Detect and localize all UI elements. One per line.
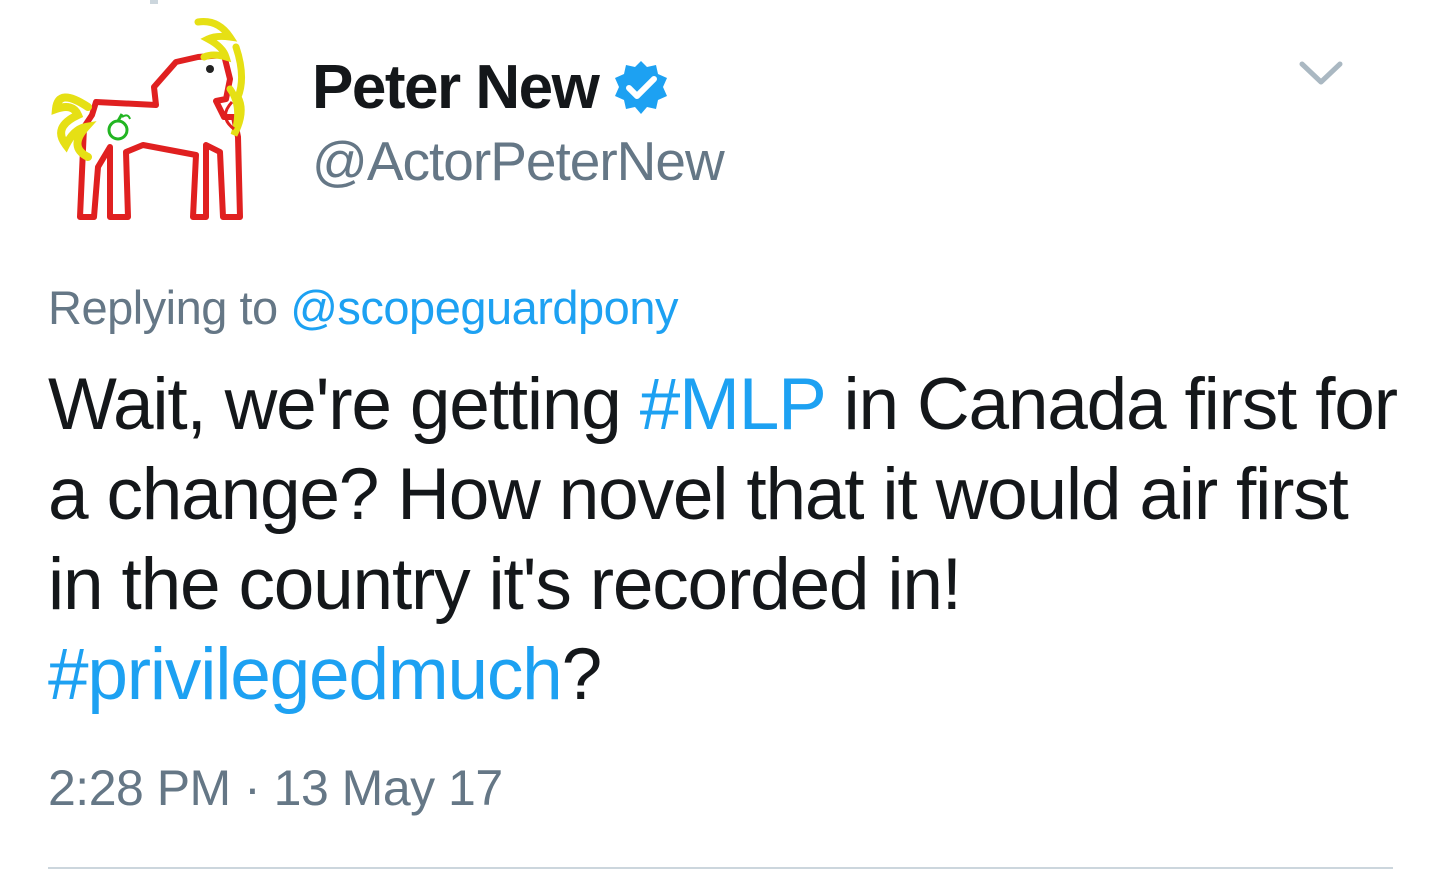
tweet-date: 13 May 17 bbox=[273, 760, 503, 816]
verified-badge-icon bbox=[612, 59, 670, 117]
author-name-row[interactable]: Peter New bbox=[312, 48, 670, 128]
tweet-time: 2:28 PM bbox=[48, 760, 231, 816]
divider bbox=[48, 867, 1393, 869]
hashtag-mlp-link[interactable]: #MLP bbox=[640, 364, 826, 445]
previous-tweet-edge bbox=[48, 0, 168, 4]
tweet-text: Wait, we're getting #MLP in Canada first… bbox=[48, 360, 1398, 720]
display-name[interactable]: Peter New bbox=[312, 57, 600, 119]
reply-context: Replying to @scopeguardpony bbox=[48, 280, 678, 336]
reply-prefix: Replying to bbox=[48, 281, 278, 334]
tweet-text-part1: Wait, we're getting bbox=[48, 364, 640, 445]
author-handle[interactable]: @ActorPeterNew bbox=[312, 134, 725, 189]
timestamp-separator: · bbox=[230, 760, 274, 816]
tweet[interactable]: Peter New @ActorPeterNew Replying to @sc… bbox=[0, 0, 1433, 876]
drawn-pony-avatar bbox=[51, 18, 245, 220]
tweet-timestamp[interactable]: 2:28 PM · 13 May 17 bbox=[48, 758, 503, 818]
avatar[interactable] bbox=[48, 17, 258, 227]
chevron-down-icon[interactable] bbox=[1296, 52, 1346, 92]
hashtag-privilegedmuch-link[interactable]: #privilegedmuch bbox=[48, 634, 563, 715]
tweet-text-part3: ? bbox=[561, 634, 603, 715]
reply-mention-link[interactable]: @scopeguardpony bbox=[290, 281, 678, 334]
